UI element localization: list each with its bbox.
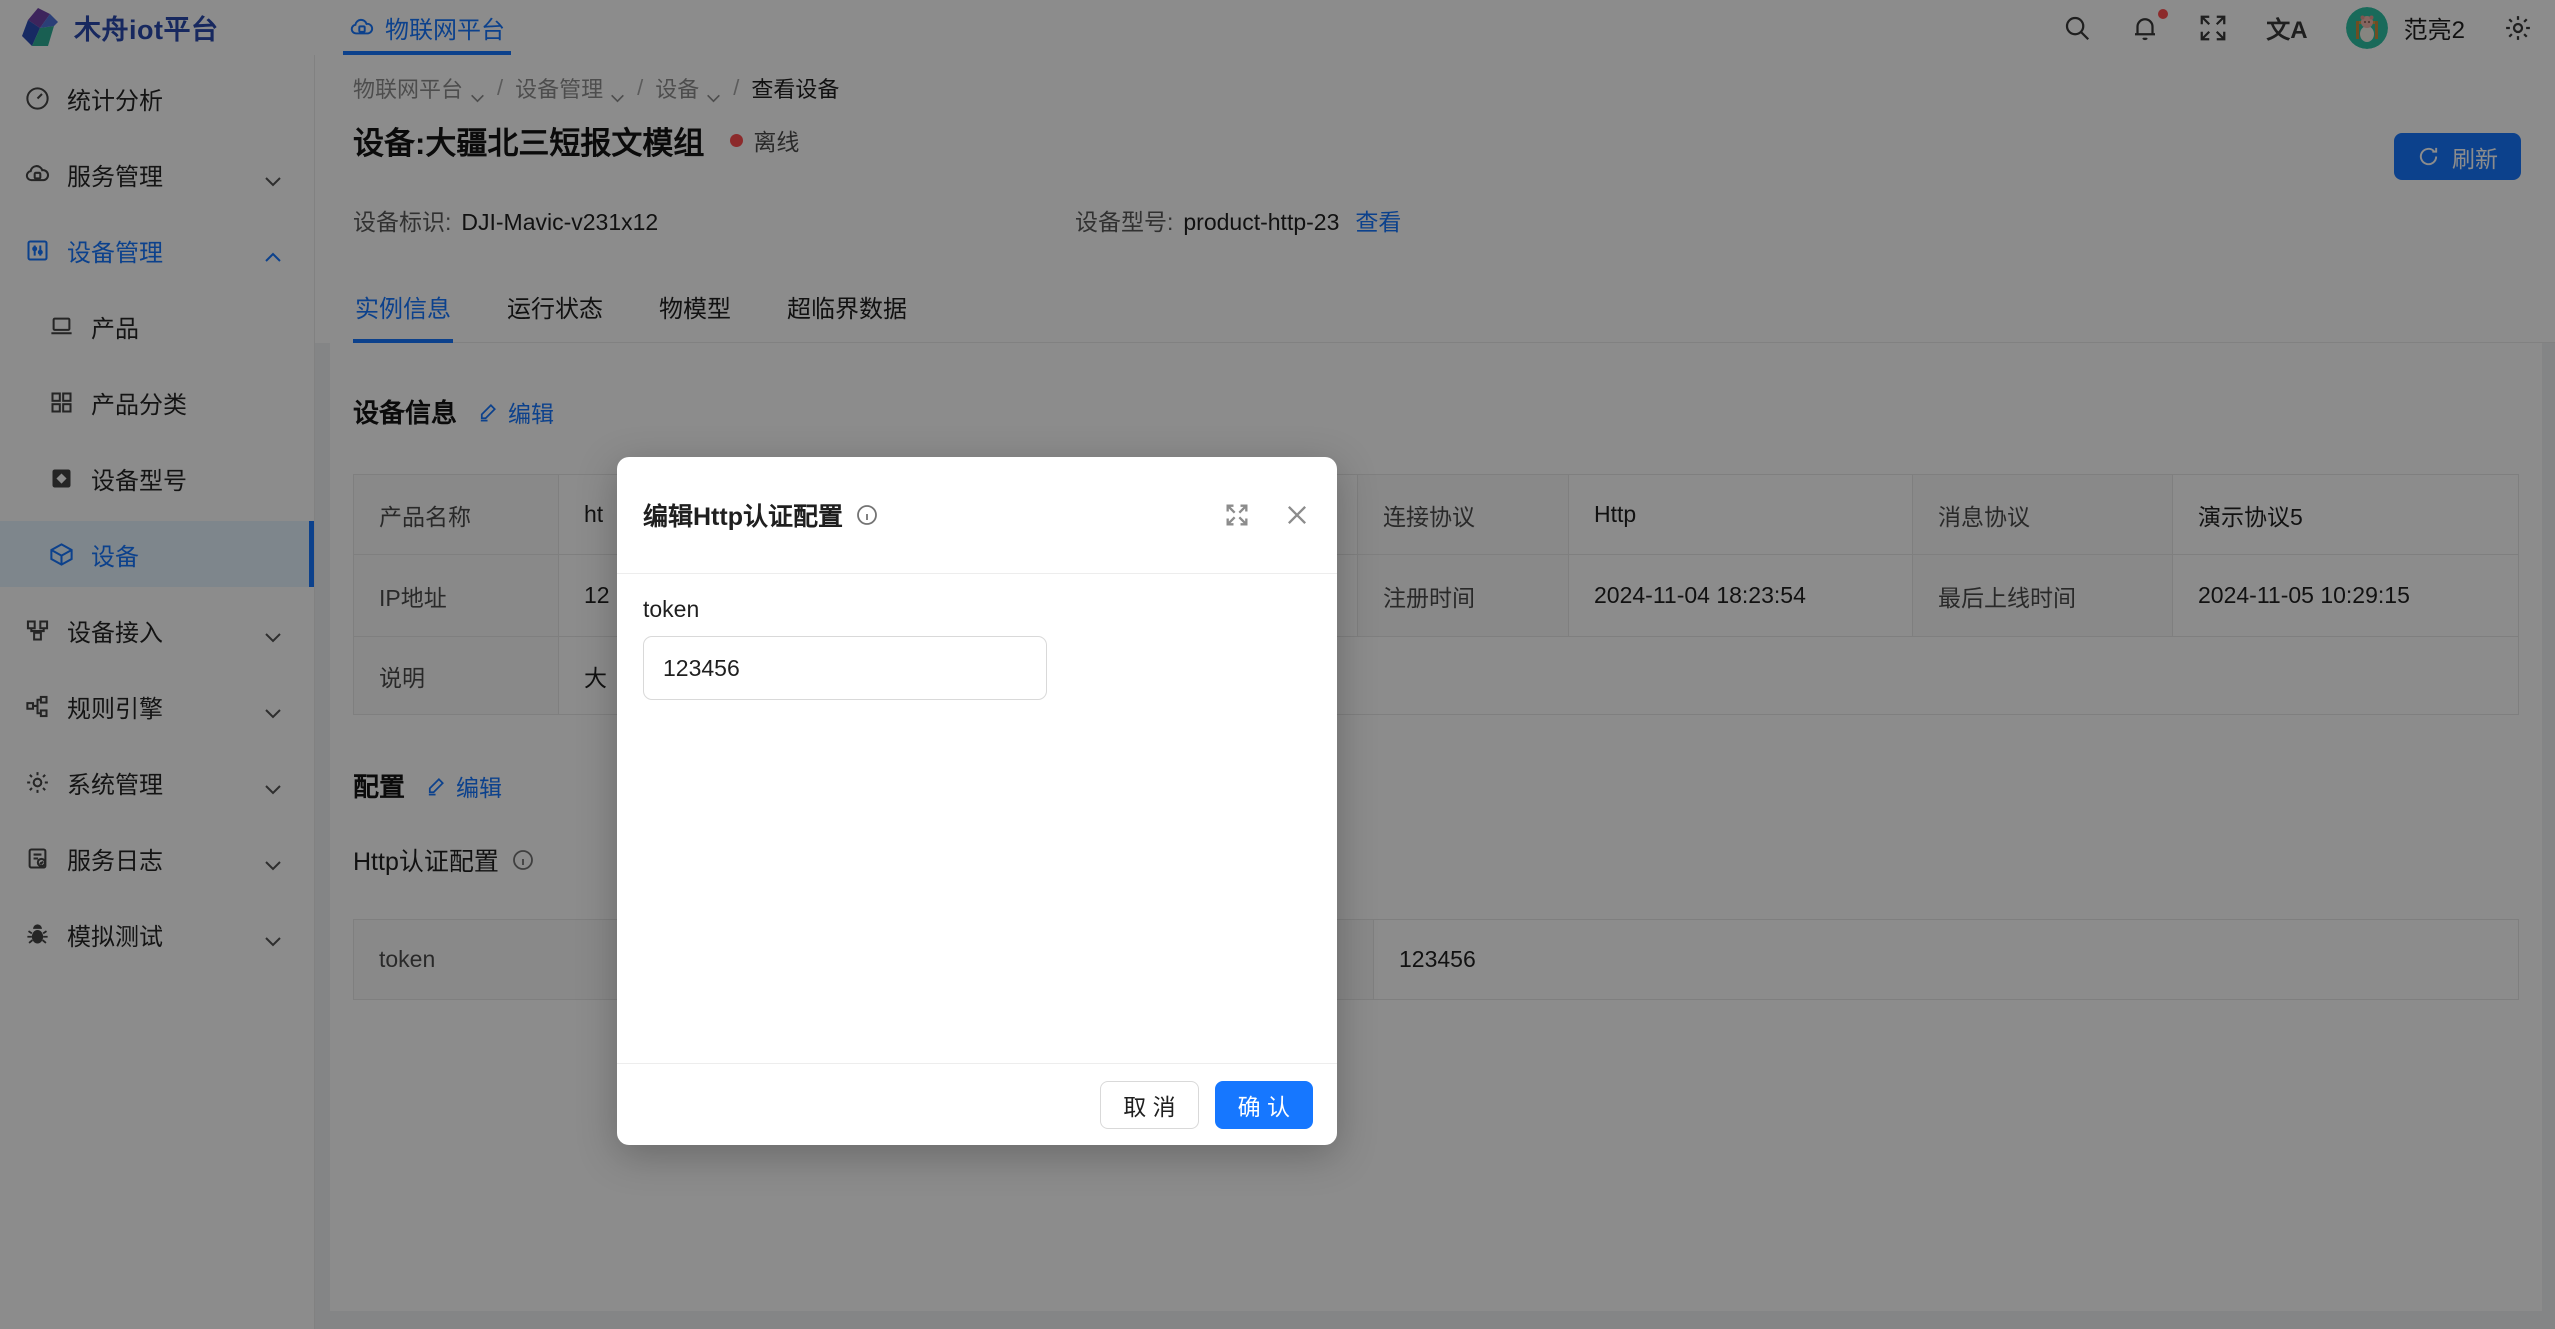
token-field-label: token [643,596,1311,623]
screen: 木舟iot平台 物联网平台 文A [0,0,2555,1329]
info-circle-icon[interactable] [855,503,879,527]
modal-header: 编辑Http认证配置 [617,457,1337,574]
expand-icon[interactable] [1223,501,1251,529]
close-icon[interactable] [1283,501,1311,529]
modal-body: token [617,574,1337,1063]
edit-http-auth-modal: 编辑Http认证配置 token 取 消 确 认 [617,457,1337,1145]
token-input[interactable] [643,636,1047,700]
modal-title: 编辑Http认证配置 [643,497,843,533]
modal-footer: 取 消 确 认 [617,1063,1337,1145]
confirm-button[interactable]: 确 认 [1215,1081,1313,1129]
cancel-button[interactable]: 取 消 [1100,1081,1198,1129]
